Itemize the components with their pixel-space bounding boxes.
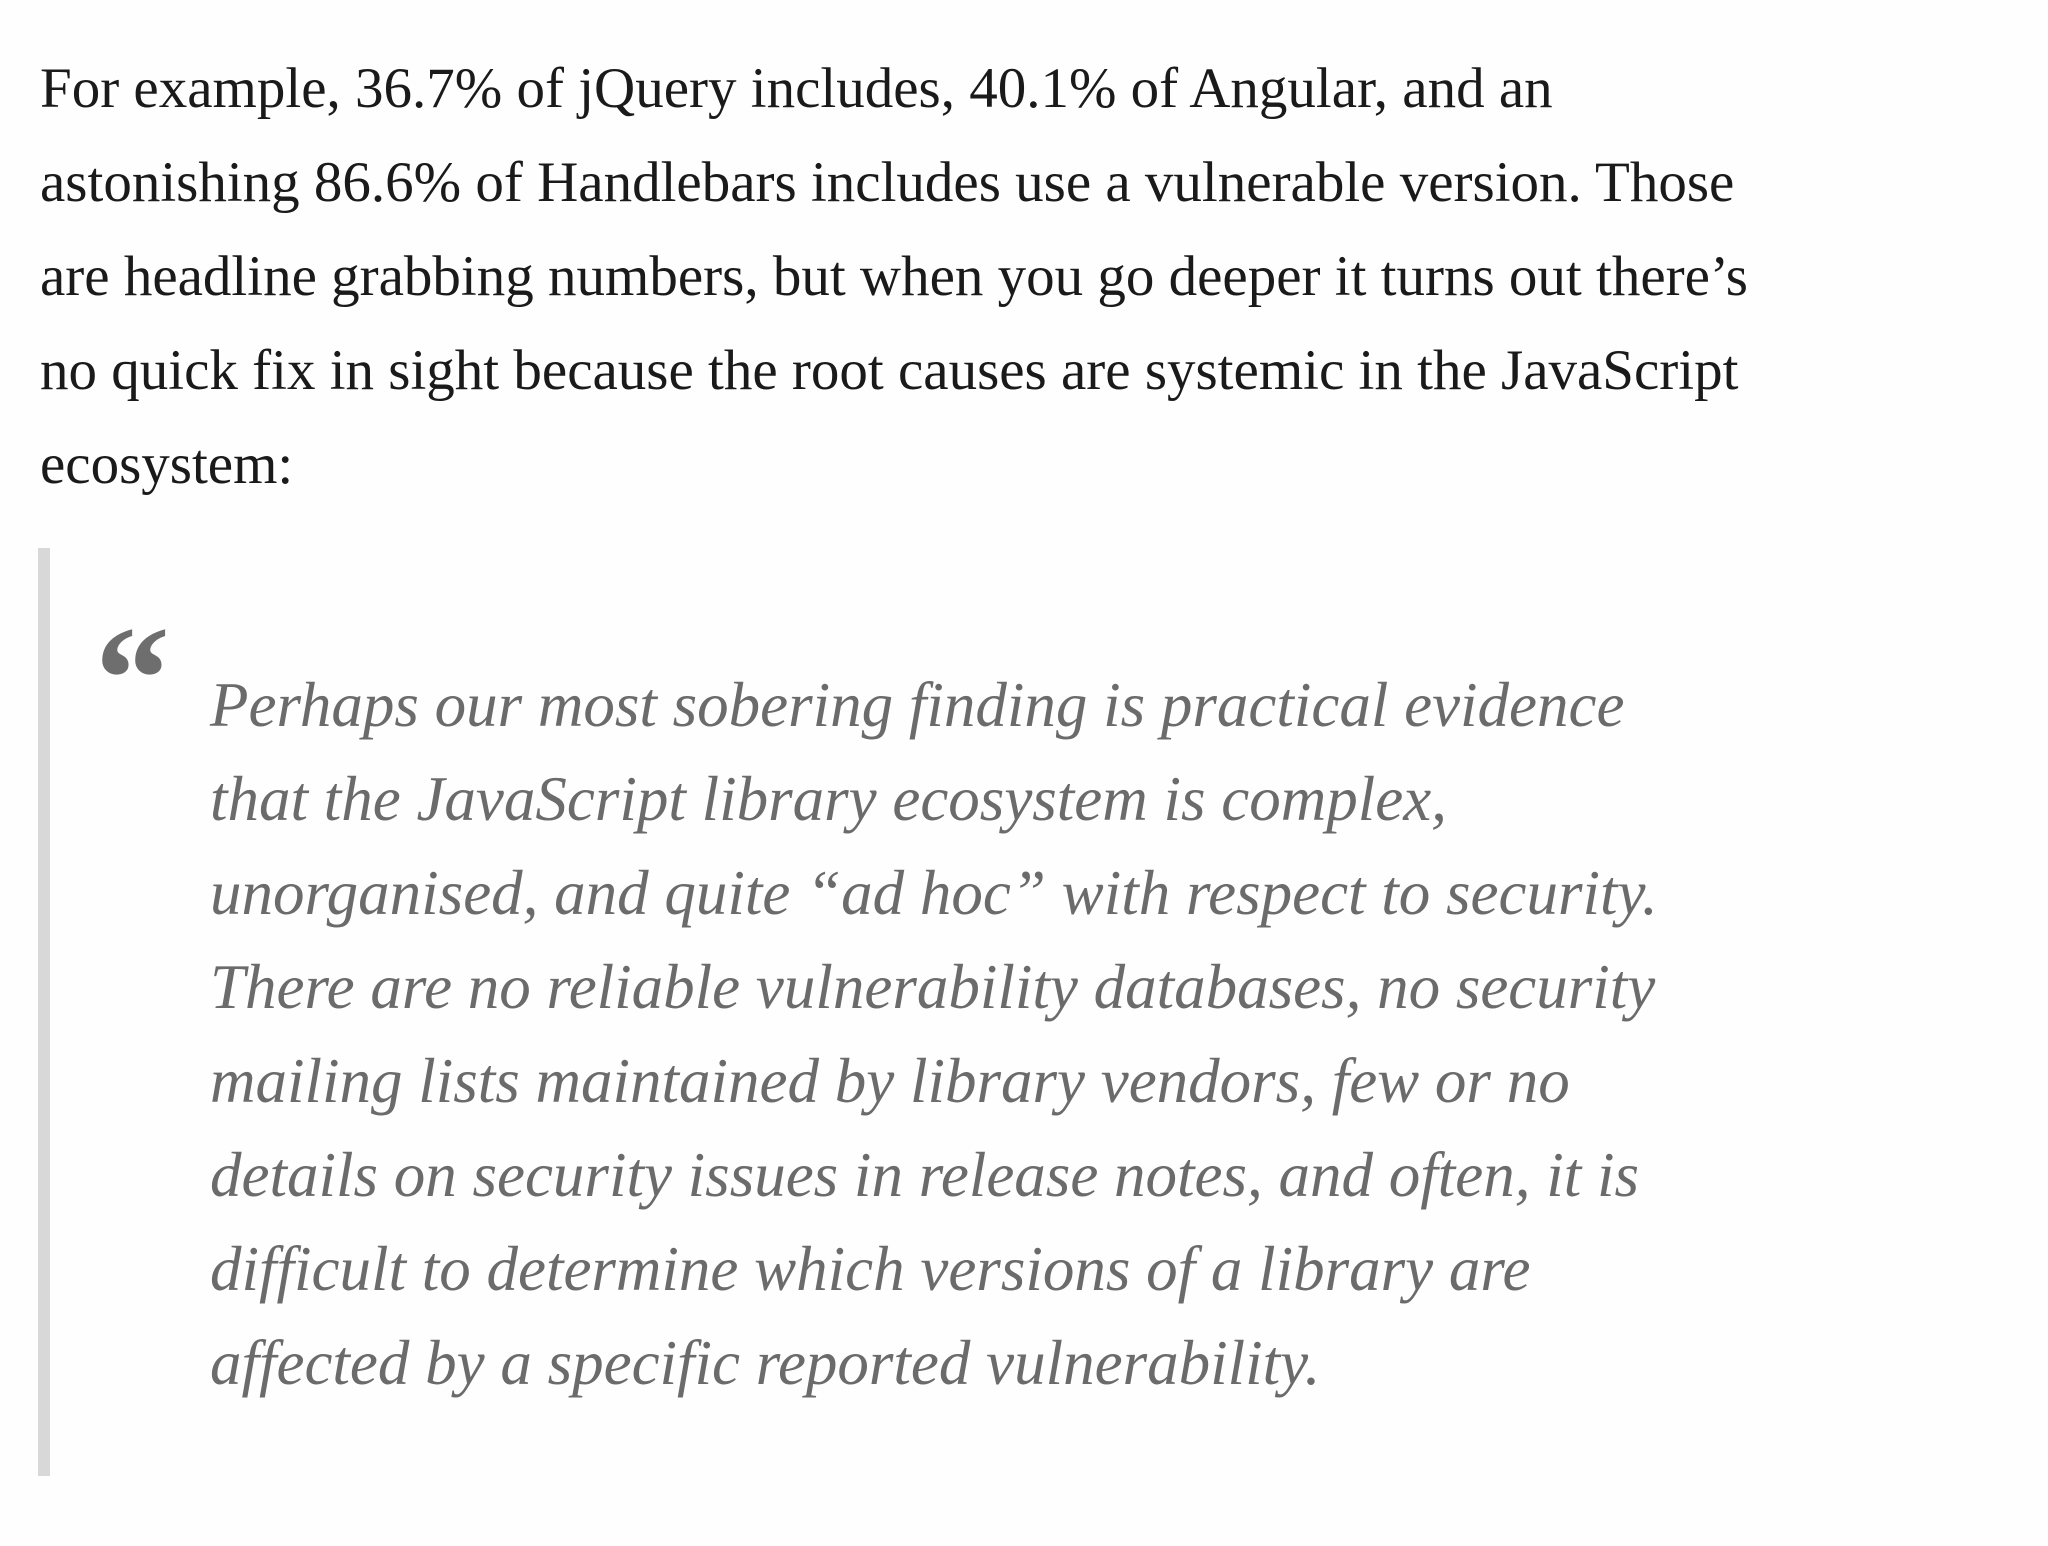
quote-line: details on security issues in release no… [210,1140,1640,1210]
paragraph-line: For example, 36.7% of jQuery includes, 4… [40,57,1553,120]
paragraph-line: astonishing 86.6% of Handlebars includes… [40,151,1735,214]
lead-paragraph: For example, 36.7% of jQuery includes, 4… [40,42,2030,512]
paragraph-line: are headline grabbing numbers, but when … [40,245,1748,308]
quote-line: that the JavaScript library ecosystem is… [210,764,1447,834]
quote-line: difficult to determine which versions of… [210,1234,1531,1304]
quote-mark-icon: “ [95,596,170,762]
quote-line: There are no reliable vulnerability data… [210,952,1656,1022]
quote-line: mailing lists maintained by library vend… [210,1046,1570,1116]
paragraph-line: no quick fix in sight because the root c… [40,339,1739,402]
blockquote: “ Perhaps our most sobering finding is p… [38,548,2010,1476]
quote-line: Perhaps our most sobering finding is pra… [210,670,1625,740]
quote-line: affected by a specific reported vulnerab… [210,1328,1321,1398]
quote-text: Perhaps our most sobering finding is pra… [210,658,1658,1410]
article-body: For example, 36.7% of jQuery includes, 4… [0,0,2048,1546]
quote-line: unorganised, and quite “ad hoc” with res… [210,858,1658,928]
paragraph-line: ecosystem: [40,433,294,496]
